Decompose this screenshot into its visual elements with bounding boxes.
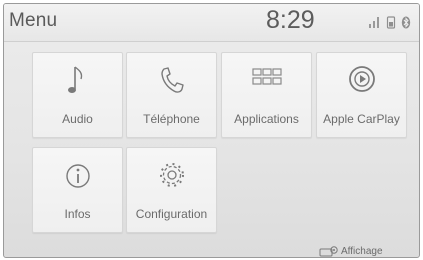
phone-handset-icon	[127, 63, 216, 99]
tile-label: Audio	[62, 112, 93, 126]
tile-audio[interactable]: Audio	[32, 52, 123, 138]
tile-telephone[interactable]: Téléphone	[126, 52, 217, 138]
tile-apple-carplay[interactable]: Apple CarPlay	[316, 52, 407, 138]
tile-label: Téléphone	[143, 112, 200, 126]
top-bar: Menu 8:29	[4, 4, 419, 42]
tile-infos[interactable]: Infos	[32, 147, 123, 233]
music-note-icon	[33, 63, 122, 99]
display-label: Affichage	[341, 246, 383, 257]
tile-label: Configuration	[135, 207, 208, 221]
tile-configuration[interactable]: Configuration	[126, 147, 217, 233]
phone-battery-icon	[386, 16, 396, 29]
app-grid-icon	[222, 63, 311, 99]
carplay-play-icon	[317, 63, 406, 99]
clock: 8:29	[266, 6, 315, 34]
display-settings-icon	[319, 246, 338, 257]
signal-bars-icon	[369, 17, 379, 28]
page-title: Menu	[9, 10, 58, 31]
tile-label: Infos	[64, 207, 91, 221]
tile-label: Apple CarPlay	[323, 112, 400, 126]
tile-applications[interactable]: Applications	[221, 52, 312, 138]
info-icon	[33, 158, 122, 194]
tile-label: Applications	[234, 112, 299, 126]
bluetooth-icon	[401, 16, 411, 29]
gear-icon	[127, 158, 216, 194]
head-unit-screen: Menu 8:29 Audio Téléphone Applications A…	[3, 3, 420, 258]
